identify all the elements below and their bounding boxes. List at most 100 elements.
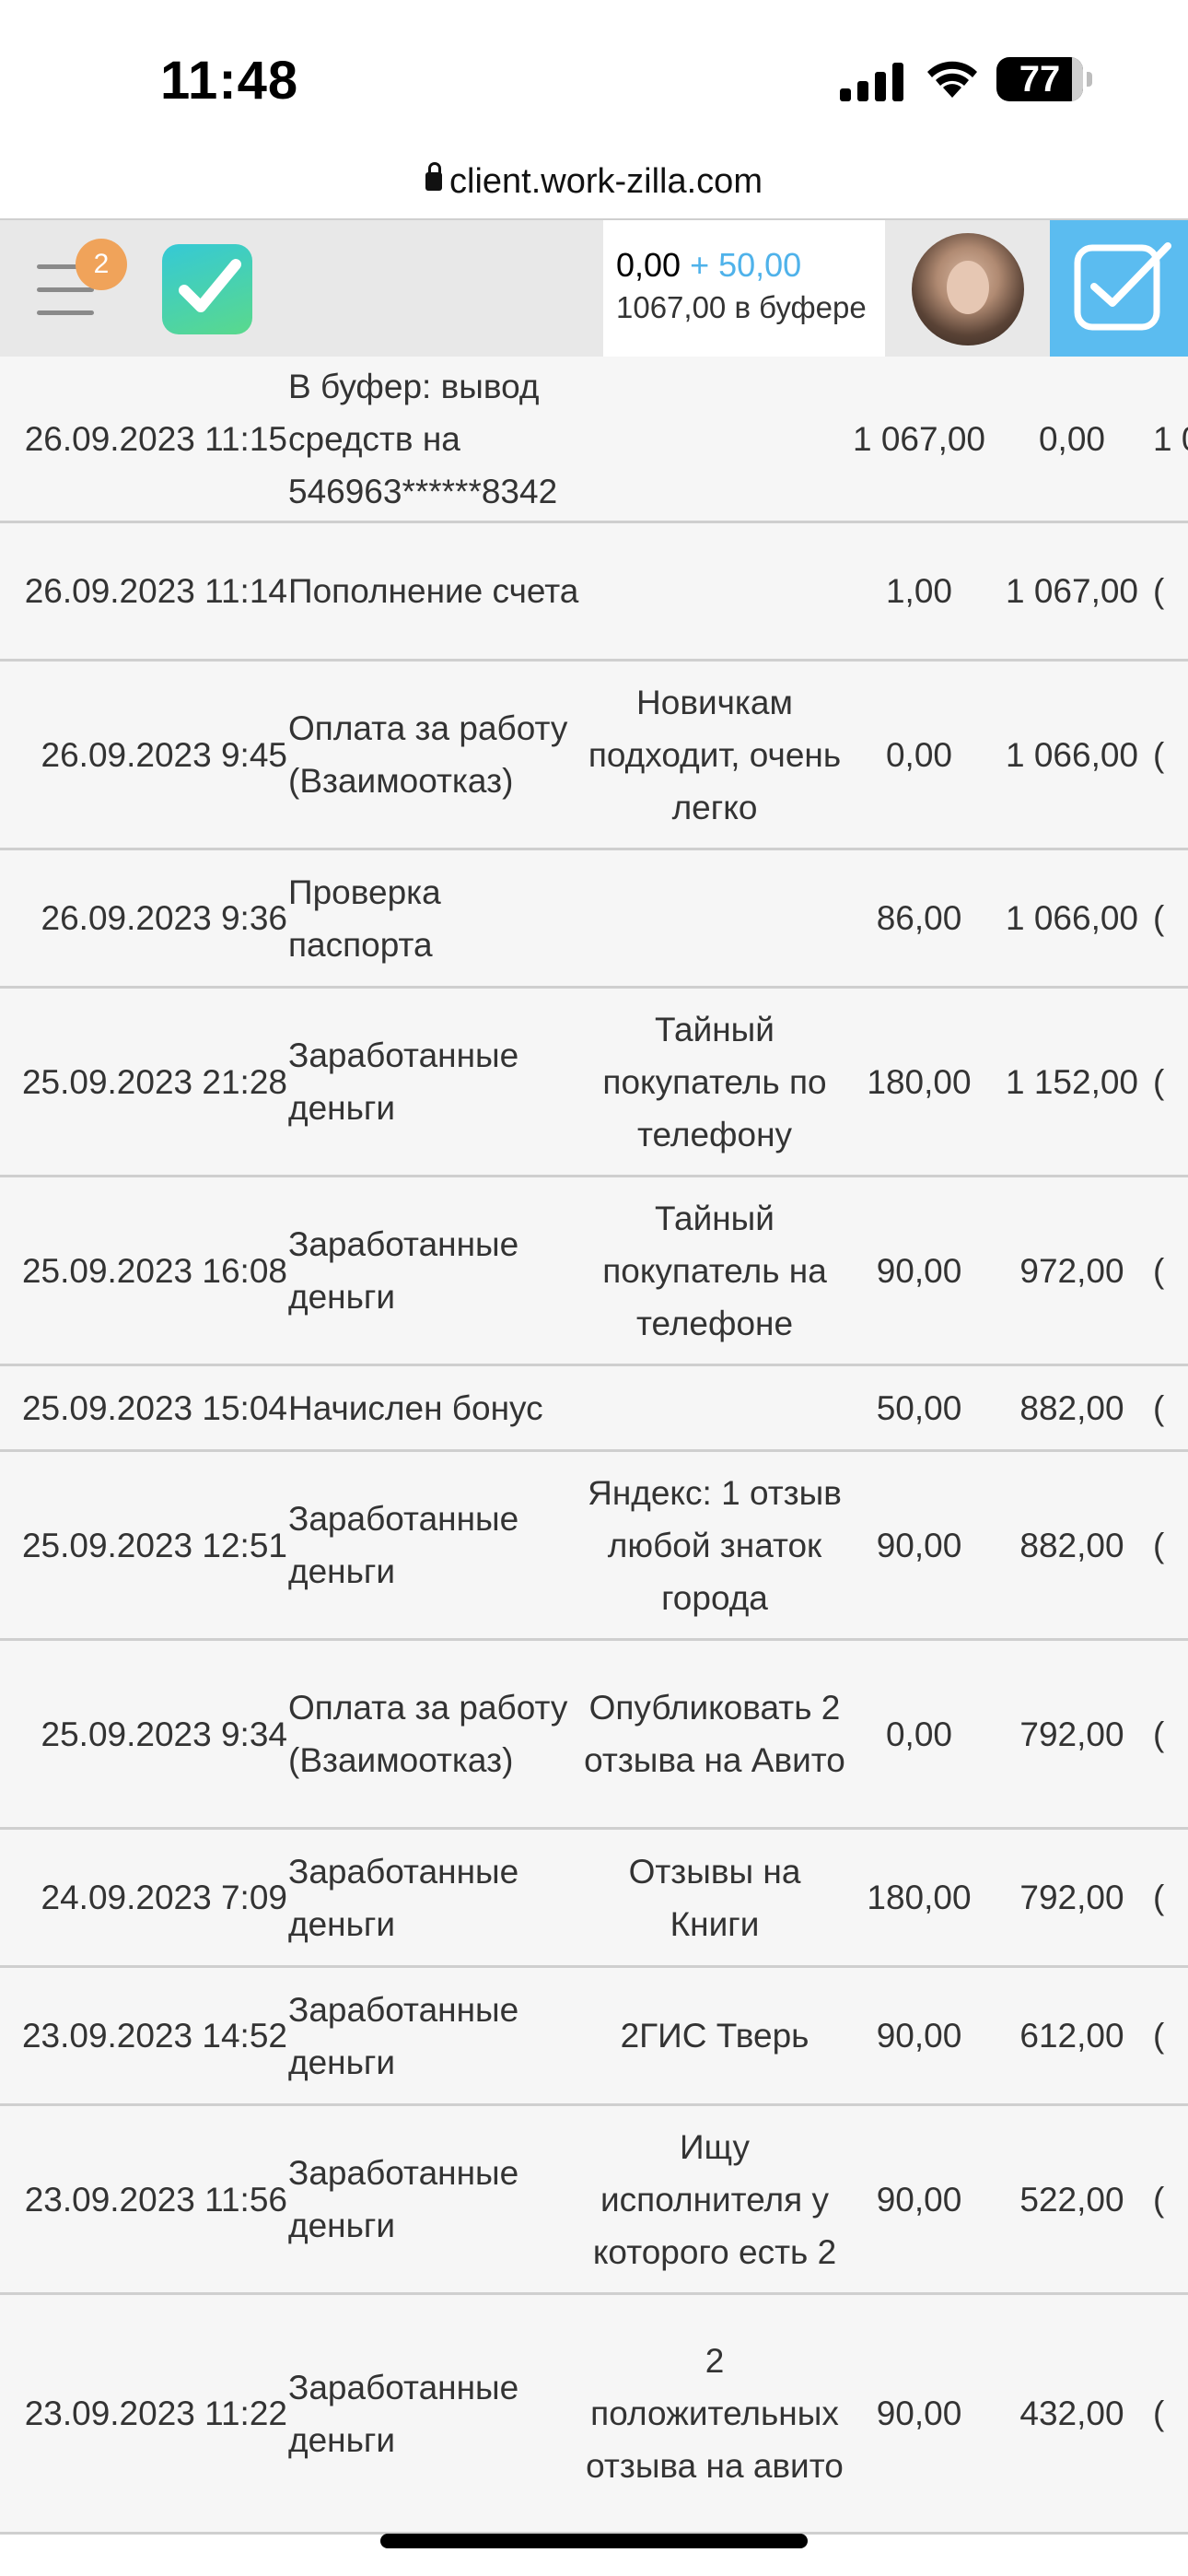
tx-type: Оплата за работу (Взаимоотказ): [288, 1641, 583, 1827]
tx-balance-text: 882,00: [1019, 1388, 1124, 1427]
balance-line: 0,00 + 50,00: [616, 246, 885, 285]
buffer-value: 1067,00 в буфере: [616, 290, 867, 324]
tx-description-text: 2 положительных отзыва на авито: [586, 2342, 844, 2485]
avatar[interactable]: [912, 233, 1024, 345]
table-row[interactable]: 23.09.2023 14:52 Заработанные деньги 2ГИС …: [0, 1968, 1188, 2106]
table-row[interactable]: 26.09.2023 9:36 Проверка паспорта 86,00 1 0…: [0, 850, 1188, 989]
battery-level: 77: [1019, 59, 1061, 100]
tx-type: Заработанные деньги: [288, 1452, 583, 1638]
tx-balance-text: 792,00: [1019, 1715, 1124, 1753]
status-time: 11:48: [160, 51, 299, 111]
tx-amount-text: 50,00: [876, 1388, 962, 1427]
tx-amount: 50,00: [847, 1366, 991, 1449]
tx-balance: 1 067,00: [991, 523, 1153, 659]
tx-overflow-column-text: (: [1153, 572, 1165, 610]
tx-amount-text: 90,00: [876, 2395, 962, 2432]
tx-date-text: 23.09.2023 14:52: [21, 2017, 287, 2055]
tx-balance: 522,00: [991, 2106, 1153, 2292]
tx-description: Опубликовать 2 отзыва на Авито: [580, 1641, 849, 1827]
tx-date: 25.09.2023 12:51: [0, 1452, 287, 1638]
tx-balance: 1 066,00: [991, 662, 1153, 848]
tx-overflow-column-text: (: [1153, 1388, 1165, 1427]
tx-type: Начислен бонус: [288, 1366, 583, 1449]
table-row[interactable]: 25.09.2023 15:04 Начислен бонус 50,00 882,0…: [0, 1366, 1188, 1452]
tx-type-text: Заработанные деньги: [288, 1036, 519, 1127]
tx-balance: 432,00: [991, 2295, 1153, 2532]
balance-box[interactable]: 0,00 + 50,00 1067,00 в буфере: [603, 220, 885, 357]
tx-overflow-column: (: [1153, 2106, 1188, 2292]
table-row[interactable]: 26.09.2023 11:14 Пополнение счета 1,00 1 06…: [0, 523, 1188, 662]
tx-amount: 90,00: [847, 1968, 991, 2103]
tx-date: 25.09.2023 21:28: [0, 989, 287, 1175]
home-indicator[interactable]: [380, 2534, 808, 2548]
balance-value: 0,00: [616, 246, 681, 284]
table-row[interactable]: 26.09.2023 9:45 Оплата за работу (Взаимоо…: [0, 662, 1188, 850]
tx-overflow-column: (: [1153, 662, 1188, 848]
tx-type: Заработанные деньги: [288, 1830, 583, 1965]
table-row[interactable]: 25.09.2023 12:51 Заработанные деньги Яндек…: [0, 1452, 1188, 1641]
tx-type-text: Проверка паспорта: [288, 872, 441, 964]
tx-amount-text: 0,00: [885, 1715, 952, 1753]
tx-amount: 180,00: [847, 1830, 991, 1965]
tx-type-text: Заработанные деньги: [288, 1852, 519, 1943]
table-row[interactable]: 24.09.2023 7:09 Заработанные деньги Отзывы…: [0, 1830, 1188, 1968]
table-row[interactable]: 25.09.2023 9:34 Оплата за работу (Взаимоо…: [0, 1641, 1188, 1830]
tx-type: Заработанные деньги: [288, 1177, 583, 1364]
tx-description-text: 2ГИС Тверь: [620, 2017, 809, 2055]
tx-description: [580, 850, 849, 986]
tx-description-text: Яндекс: 1 отзыв любой знаток города: [588, 1473, 842, 1617]
menu-icon-line: [37, 310, 94, 315]
tx-overflow-column-text: (: [1153, 1526, 1165, 1564]
tx-balance: 792,00: [991, 1830, 1153, 1965]
tx-overflow-column: (: [1153, 850, 1188, 986]
tx-balance-text: 1 067,00: [1005, 572, 1139, 610]
tx-amount: 1,00: [847, 523, 991, 659]
tx-amount-text: 180,00: [867, 1062, 972, 1101]
tx-overflow-column: (: [1153, 1177, 1188, 1364]
tx-balance-text: 882,00: [1019, 1526, 1124, 1564]
tx-amount: 0,00: [847, 662, 991, 848]
tx-amount: 90,00: [847, 2106, 991, 2292]
logo-check-icon[interactable]: [162, 244, 252, 334]
tx-balance-text: 432,00: [1019, 2395, 1124, 2432]
tx-overflow-column-text: (: [1153, 1879, 1165, 1916]
status-bar: 11:48 77: [0, 0, 1188, 157]
tx-overflow-column-text: (: [1153, 2180, 1165, 2219]
tx-date-text: 26.09.2023 9:36: [41, 899, 287, 937]
url-bar[interactable]: client.work-zilla.com: [0, 157, 1188, 217]
tx-date: 26.09.2023 9:45: [0, 662, 287, 848]
tx-type: Проверка паспорта: [288, 850, 583, 986]
tx-type-text: Оплата за работу (Взаимоотказ): [288, 1689, 568, 1779]
tx-date: 25.09.2023 9:34: [0, 1641, 287, 1827]
tx-amount-text: 90,00: [876, 1251, 962, 1290]
table-row[interactable]: 23.09.2023 11:22 Заработанные деньги 2 пол…: [0, 2295, 1188, 2535]
tx-overflow-column-text: 1 0: [1153, 419, 1188, 458]
tx-overflow-column: (: [1153, 2295, 1188, 2532]
table-row[interactable]: 23.09.2023 11:56 Заработанные деньги Ищу и…: [0, 2106, 1188, 2295]
tx-amount: 86,00: [847, 850, 991, 986]
tx-amount: 180,00: [847, 989, 991, 1175]
tx-date: 23.09.2023 14:52: [0, 1968, 287, 2103]
tx-description: [580, 1366, 849, 1449]
tx-overflow-column: 1 0: [1153, 357, 1188, 521]
tx-amount: 90,00: [847, 2295, 991, 2532]
tx-balance: 882,00: [991, 1452, 1153, 1638]
wifi-icon: [923, 53, 982, 100]
tx-date-text: 25.09.2023 16:08: [21, 1251, 287, 1290]
table-row[interactable]: 25.09.2023 16:08 Заработанные деньги Тайны…: [0, 1177, 1188, 1366]
tx-balance: 882,00: [991, 1366, 1153, 1449]
battery-icon: 77: [996, 57, 1083, 101]
tx-balance: 612,00: [991, 1968, 1153, 2103]
tx-overflow-column: (: [1153, 1968, 1188, 2103]
table-row[interactable]: 25.09.2023 21:28 Заработанные деньги Тайны…: [0, 989, 1188, 1177]
table-row[interactable]: 26.09.2023 11:15 В буфер: вывод средств н…: [0, 357, 1188, 523]
tx-balance-text: 522,00: [1019, 2180, 1124, 2219]
tx-description: Ищу исполнителя у которого есть 2: [580, 2106, 849, 2292]
tasks-button[interactable]: [1050, 220, 1188, 357]
tx-overflow-column: (: [1153, 1366, 1188, 1449]
tx-description: 2ГИС Тверь: [580, 1968, 849, 2103]
tx-amount: 0,00: [847, 1641, 991, 1827]
tx-balance: 1 152,00: [991, 989, 1153, 1175]
tx-date-text: 26.09.2023 9:45: [41, 735, 287, 774]
tx-type-text: Начислен бонус: [288, 1388, 543, 1427]
